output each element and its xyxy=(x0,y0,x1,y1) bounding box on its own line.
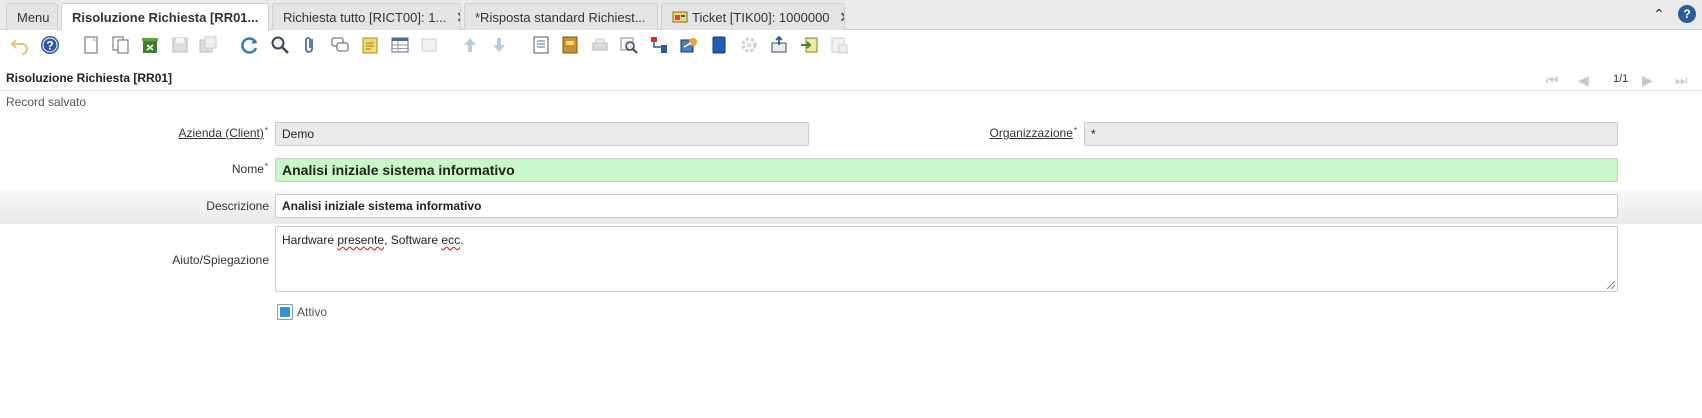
name-label-text: Nome xyxy=(231,162,264,176)
tab-ticket[interactable]: Ticket [TIK00]: 1000000 ✕ xyxy=(661,3,845,30)
import-icon[interactable] xyxy=(798,34,820,56)
description-field[interactable]: Analisi iniziale sistema informativo xyxy=(275,194,1618,218)
grid-toggle-icon[interactable] xyxy=(389,34,411,56)
previous-record-icon[interactable] xyxy=(459,34,481,56)
name-field[interactable]: Analisi iniziale sistema informativo xyxy=(275,158,1618,182)
close-icon[interactable]: ✕ xyxy=(456,9,460,26)
close-icon[interactable]: ✕ xyxy=(656,9,657,26)
workflow-icon[interactable] xyxy=(648,34,670,56)
notes-icon[interactable] xyxy=(359,34,381,56)
close-icon[interactable]: ✕ xyxy=(268,9,269,26)
help-textarea[interactable]: Hardware presente, Software ecc. xyxy=(275,226,1618,292)
svg-text:?: ? xyxy=(46,39,53,53)
tab-label: Ticket [TIK00]: 1000000 xyxy=(692,9,830,25)
resize-grip-icon[interactable] xyxy=(1604,278,1616,290)
help-icon[interactable]: ? xyxy=(1678,5,1696,23)
window-tab-bar: Menu Risoluzione Richiesta [RR01... ✕ Ri… xyxy=(0,0,1702,31)
help-text-word-2: ecc xyxy=(441,233,461,247)
collapse-up-icon[interactable]: ⌃ xyxy=(1650,6,1668,23)
process-icon[interactable] xyxy=(738,34,760,56)
tab-label: *Risposta standard Richiest... xyxy=(475,9,646,25)
active-label: Attivo xyxy=(297,305,328,319)
save-new-icon[interactable] xyxy=(197,34,219,56)
next-record-icon[interactable] xyxy=(488,34,510,56)
delete-icon[interactable] xyxy=(139,34,161,56)
tab-risposta-standard[interactable]: *Risposta standard Richiest... ✕ xyxy=(464,3,658,30)
last-record-icon[interactable]: ⏭ xyxy=(1675,72,1688,89)
client-label: Azienda (Client)* xyxy=(178,126,269,140)
close-icon[interactable]: ✕ xyxy=(840,9,844,26)
client-label-text[interactable]: Azienda (Client) xyxy=(179,126,264,140)
record-position: 1/1 xyxy=(1613,73,1629,85)
first-record-icon[interactable]: ⏮ xyxy=(1546,72,1559,89)
status-message: Record salvato xyxy=(6,95,87,109)
report-icon[interactable] xyxy=(530,34,552,56)
undo-icon[interactable] xyxy=(9,34,31,56)
new-record-icon[interactable] xyxy=(80,34,102,56)
copy-record-icon[interactable] xyxy=(110,34,132,56)
help-text-word-1: presente xyxy=(337,233,385,247)
help-text-2: , Software xyxy=(384,233,442,247)
help-text-1: Hardware xyxy=(282,233,338,247)
organization-label: Organizzazione* xyxy=(989,126,1077,140)
chat-icon[interactable] xyxy=(329,34,351,56)
parent-icon[interactable] xyxy=(418,34,440,56)
help-label: Aiuto/Spiegazione xyxy=(172,253,269,267)
window-settings-icon[interactable] xyxy=(828,34,850,56)
tabbar-controls: ⌃ ? xyxy=(1650,5,1696,23)
archive-icon[interactable] xyxy=(559,34,581,56)
organization-label-text[interactable]: Organizzazione xyxy=(989,126,1072,140)
previous-icon[interactable]: ◀ xyxy=(1578,72,1589,89)
tab-label: Risoluzione Richiesta [RR01... xyxy=(72,10,259,25)
checkbox-checked-mark xyxy=(280,307,290,317)
client-field[interactable]: Demo xyxy=(275,122,809,146)
help-text-3: . xyxy=(460,233,464,247)
tab-risoluzione-richiesta[interactable]: Risoluzione Richiesta [RR01... ✕ xyxy=(61,3,269,31)
tab-richiesta-tutto[interactable]: Richiesta tutto [RICT00]: 1... ✕ xyxy=(272,3,461,30)
zoom-across-icon[interactable] xyxy=(618,34,640,56)
export-icon[interactable] xyxy=(768,34,790,56)
organization-field[interactable]: * xyxy=(1084,122,1618,146)
attachment-icon[interactable] xyxy=(299,34,321,56)
find-icon[interactable] xyxy=(269,34,291,56)
name-label: Nome* xyxy=(231,162,268,176)
tab-label: Menu xyxy=(17,9,50,25)
save-icon[interactable] xyxy=(169,34,191,56)
divider xyxy=(0,90,1702,91)
active-checkbox[interactable] xyxy=(277,304,293,320)
request-icon[interactable] xyxy=(678,34,700,56)
product-info-icon[interactable] xyxy=(708,34,730,56)
ticket-icon xyxy=(672,10,688,24)
print-icon[interactable] xyxy=(589,34,611,56)
help-icon[interactable]: ? xyxy=(39,34,61,56)
tab-menu[interactable]: Menu xyxy=(6,3,58,30)
tab-label: Richiesta tutto [RICT00]: 1... xyxy=(283,9,447,25)
refresh-icon[interactable] xyxy=(239,34,261,56)
window-title: Risoluzione Richiesta [RR01] xyxy=(6,71,173,85)
window-toolbar: ? xyxy=(0,31,1702,61)
next-icon[interactable]: ▶ xyxy=(1642,72,1653,89)
description-label: Descrizione xyxy=(206,199,269,213)
